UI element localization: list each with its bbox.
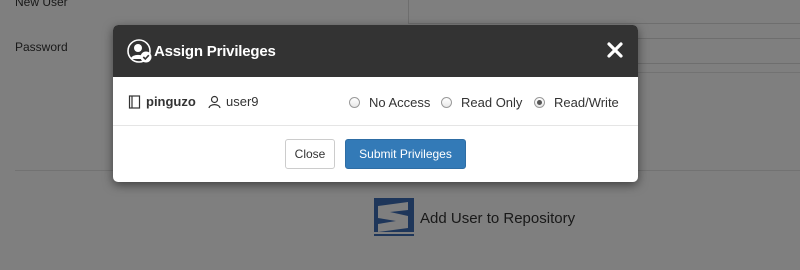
assign-privileges-dialog: Assign Privileges pinguzo user9 No Acces… (113, 25, 638, 182)
user-label: user9 (226, 94, 259, 109)
radio-label-no-access: No Access (369, 95, 431, 110)
close-icon[interactable] (604, 39, 626, 61)
user-icon (208, 95, 221, 108)
radio-label-read-write: Read/Write (554, 95, 619, 110)
radio-no-access[interactable]: No Access (349, 95, 430, 110)
radio-button-checked[interactable] (534, 97, 545, 108)
close-button[interactable]: Close (285, 139, 335, 169)
modal-title: Assign Privileges (154, 43, 276, 60)
submit-privileges-button[interactable]: Submit Privileges (345, 139, 466, 169)
radio-button[interactable] (349, 97, 360, 108)
repository-name: pinguzo (128, 94, 196, 109)
radio-button[interactable] (441, 97, 452, 108)
radio-read-write[interactable]: Read/Write (534, 95, 619, 110)
modal-body: pinguzo user9 No Access Read Only Read/W… (113, 77, 638, 126)
user-name: user9 (208, 94, 259, 109)
user-check-icon (127, 39, 152, 63)
radio-read-only[interactable]: Read Only (441, 95, 522, 110)
radio-label-read-only: Read Only (461, 95, 523, 110)
modal-footer: Close Submit Privileges (113, 126, 638, 182)
book-icon (128, 94, 141, 109)
repository-label: pinguzo (146, 94, 196, 109)
modal-header: Assign Privileges (113, 25, 638, 77)
